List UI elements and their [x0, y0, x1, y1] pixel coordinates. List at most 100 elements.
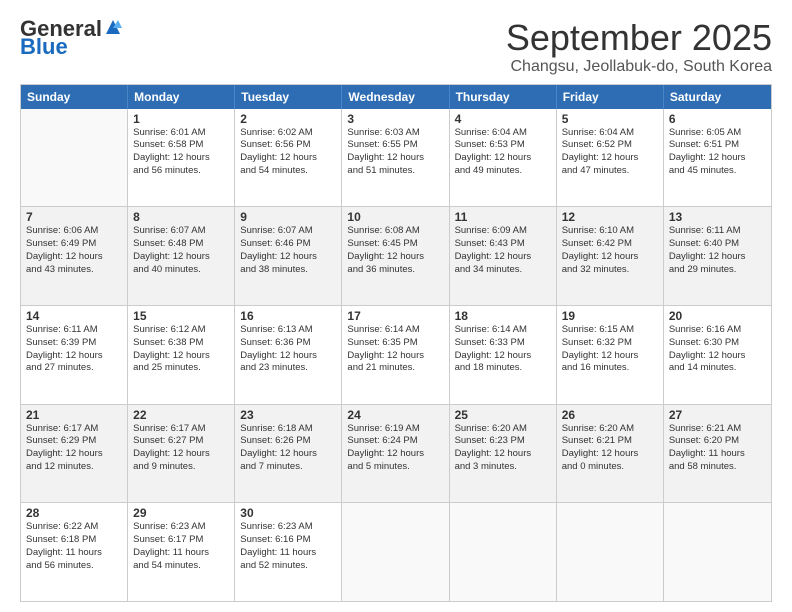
calendar-body: 1Sunrise: 6:01 AM Sunset: 6:58 PM Daylig…	[21, 109, 771, 601]
day-number: 20	[669, 309, 766, 323]
calendar-cell	[557, 503, 664, 601]
day-info: Sunrise: 6:23 AM Sunset: 6:17 PM Dayligh…	[133, 521, 229, 572]
calendar-row: 7Sunrise: 6:06 AM Sunset: 6:49 PM Daylig…	[21, 206, 771, 305]
day-info: Sunrise: 6:17 AM Sunset: 6:29 PM Dayligh…	[26, 423, 122, 474]
calendar-cell: 22Sunrise: 6:17 AM Sunset: 6:27 PM Dayli…	[128, 405, 235, 503]
day-info: Sunrise: 6:20 AM Sunset: 6:23 PM Dayligh…	[455, 423, 551, 474]
calendar-cell: 12Sunrise: 6:10 AM Sunset: 6:42 PM Dayli…	[557, 207, 664, 305]
calendar-cell: 17Sunrise: 6:14 AM Sunset: 6:35 PM Dayli…	[342, 306, 449, 404]
day-number: 22	[133, 408, 229, 422]
calendar-cell: 19Sunrise: 6:15 AM Sunset: 6:32 PM Dayli…	[557, 306, 664, 404]
page: General Blue September 2025 Changsu, Jeo…	[0, 0, 792, 612]
day-number: 18	[455, 309, 551, 323]
day-number: 29	[133, 506, 229, 520]
calendar-row: 21Sunrise: 6:17 AM Sunset: 6:29 PM Dayli…	[21, 404, 771, 503]
calendar-cell: 25Sunrise: 6:20 AM Sunset: 6:23 PM Dayli…	[450, 405, 557, 503]
calendar-cell: 30Sunrise: 6:23 AM Sunset: 6:16 PM Dayli…	[235, 503, 342, 601]
weekday-header: Sunday	[21, 85, 128, 109]
day-number: 25	[455, 408, 551, 422]
title-block: September 2025 Changsu, Jeollabuk-do, So…	[506, 18, 772, 76]
day-info: Sunrise: 6:02 AM Sunset: 6:56 PM Dayligh…	[240, 127, 336, 178]
month-title: September 2025	[506, 18, 772, 58]
day-number: 5	[562, 112, 658, 126]
day-info: Sunrise: 6:07 AM Sunset: 6:46 PM Dayligh…	[240, 225, 336, 276]
logo: General Blue	[20, 18, 122, 58]
calendar-cell: 14Sunrise: 6:11 AM Sunset: 6:39 PM Dayli…	[21, 306, 128, 404]
day-info: Sunrise: 6:06 AM Sunset: 6:49 PM Dayligh…	[26, 225, 122, 276]
day-number: 11	[455, 210, 551, 224]
day-number: 13	[669, 210, 766, 224]
calendar-cell: 23Sunrise: 6:18 AM Sunset: 6:26 PM Dayli…	[235, 405, 342, 503]
day-number: 12	[562, 210, 658, 224]
day-number: 27	[669, 408, 766, 422]
day-info: Sunrise: 6:22 AM Sunset: 6:18 PM Dayligh…	[26, 521, 122, 572]
day-info: Sunrise: 6:21 AM Sunset: 6:20 PM Dayligh…	[669, 423, 766, 474]
day-info: Sunrise: 6:12 AM Sunset: 6:38 PM Dayligh…	[133, 324, 229, 375]
day-number: 16	[240, 309, 336, 323]
day-number: 2	[240, 112, 336, 126]
calendar-cell: 28Sunrise: 6:22 AM Sunset: 6:18 PM Dayli…	[21, 503, 128, 601]
weekday-header: Monday	[128, 85, 235, 109]
calendar-cell: 3Sunrise: 6:03 AM Sunset: 6:55 PM Daylig…	[342, 109, 449, 207]
day-info: Sunrise: 6:01 AM Sunset: 6:58 PM Dayligh…	[133, 127, 229, 178]
calendar-cell: 1Sunrise: 6:01 AM Sunset: 6:58 PM Daylig…	[128, 109, 235, 207]
header: General Blue September 2025 Changsu, Jeo…	[20, 18, 772, 76]
day-number: 9	[240, 210, 336, 224]
day-number: 24	[347, 408, 443, 422]
calendar-cell: 24Sunrise: 6:19 AM Sunset: 6:24 PM Dayli…	[342, 405, 449, 503]
calendar-cell: 20Sunrise: 6:16 AM Sunset: 6:30 PM Dayli…	[664, 306, 771, 404]
logo-icon	[104, 18, 122, 36]
day-info: Sunrise: 6:14 AM Sunset: 6:35 PM Dayligh…	[347, 324, 443, 375]
day-number: 3	[347, 112, 443, 126]
calendar-row: 28Sunrise: 6:22 AM Sunset: 6:18 PM Dayli…	[21, 502, 771, 601]
weekday-header: Thursday	[450, 85, 557, 109]
calendar-cell: 26Sunrise: 6:20 AM Sunset: 6:21 PM Dayli…	[557, 405, 664, 503]
calendar-cell: 27Sunrise: 6:21 AM Sunset: 6:20 PM Dayli…	[664, 405, 771, 503]
day-number: 19	[562, 309, 658, 323]
day-info: Sunrise: 6:11 AM Sunset: 6:40 PM Dayligh…	[669, 225, 766, 276]
calendar: SundayMondayTuesdayWednesdayThursdayFrid…	[20, 84, 772, 602]
day-info: Sunrise: 6:17 AM Sunset: 6:27 PM Dayligh…	[133, 423, 229, 474]
calendar-cell: 6Sunrise: 6:05 AM Sunset: 6:51 PM Daylig…	[664, 109, 771, 207]
logo-blue-text: Blue	[20, 36, 68, 58]
calendar-cell: 15Sunrise: 6:12 AM Sunset: 6:38 PM Dayli…	[128, 306, 235, 404]
calendar-cell: 2Sunrise: 6:02 AM Sunset: 6:56 PM Daylig…	[235, 109, 342, 207]
day-info: Sunrise: 6:20 AM Sunset: 6:21 PM Dayligh…	[562, 423, 658, 474]
day-info: Sunrise: 6:10 AM Sunset: 6:42 PM Dayligh…	[562, 225, 658, 276]
location: Changsu, Jeollabuk-do, South Korea	[506, 58, 772, 76]
calendar-cell: 10Sunrise: 6:08 AM Sunset: 6:45 PM Dayli…	[342, 207, 449, 305]
day-number: 14	[26, 309, 122, 323]
day-info: Sunrise: 6:13 AM Sunset: 6:36 PM Dayligh…	[240, 324, 336, 375]
day-info: Sunrise: 6:07 AM Sunset: 6:48 PM Dayligh…	[133, 225, 229, 276]
day-info: Sunrise: 6:19 AM Sunset: 6:24 PM Dayligh…	[347, 423, 443, 474]
day-info: Sunrise: 6:11 AM Sunset: 6:39 PM Dayligh…	[26, 324, 122, 375]
day-info: Sunrise: 6:05 AM Sunset: 6:51 PM Dayligh…	[669, 127, 766, 178]
calendar-cell: 11Sunrise: 6:09 AM Sunset: 6:43 PM Dayli…	[450, 207, 557, 305]
day-info: Sunrise: 6:08 AM Sunset: 6:45 PM Dayligh…	[347, 225, 443, 276]
day-number: 26	[562, 408, 658, 422]
day-number: 10	[347, 210, 443, 224]
day-number: 28	[26, 506, 122, 520]
calendar-cell: 9Sunrise: 6:07 AM Sunset: 6:46 PM Daylig…	[235, 207, 342, 305]
day-number: 30	[240, 506, 336, 520]
calendar-cell: 7Sunrise: 6:06 AM Sunset: 6:49 PM Daylig…	[21, 207, 128, 305]
day-info: Sunrise: 6:03 AM Sunset: 6:55 PM Dayligh…	[347, 127, 443, 178]
calendar-cell: 29Sunrise: 6:23 AM Sunset: 6:17 PM Dayli…	[128, 503, 235, 601]
calendar-header: SundayMondayTuesdayWednesdayThursdayFrid…	[21, 85, 771, 109]
calendar-cell	[664, 503, 771, 601]
weekday-header: Friday	[557, 85, 664, 109]
calendar-cell: 4Sunrise: 6:04 AM Sunset: 6:53 PM Daylig…	[450, 109, 557, 207]
day-info: Sunrise: 6:16 AM Sunset: 6:30 PM Dayligh…	[669, 324, 766, 375]
day-number: 8	[133, 210, 229, 224]
weekday-header: Tuesday	[235, 85, 342, 109]
calendar-cell	[342, 503, 449, 601]
day-info: Sunrise: 6:18 AM Sunset: 6:26 PM Dayligh…	[240, 423, 336, 474]
day-info: Sunrise: 6:14 AM Sunset: 6:33 PM Dayligh…	[455, 324, 551, 375]
day-number: 23	[240, 408, 336, 422]
calendar-cell: 21Sunrise: 6:17 AM Sunset: 6:29 PM Dayli…	[21, 405, 128, 503]
weekday-header: Wednesday	[342, 85, 449, 109]
day-info: Sunrise: 6:04 AM Sunset: 6:52 PM Dayligh…	[562, 127, 658, 178]
day-info: Sunrise: 6:04 AM Sunset: 6:53 PM Dayligh…	[455, 127, 551, 178]
day-info: Sunrise: 6:23 AM Sunset: 6:16 PM Dayligh…	[240, 521, 336, 572]
calendar-cell: 5Sunrise: 6:04 AM Sunset: 6:52 PM Daylig…	[557, 109, 664, 207]
